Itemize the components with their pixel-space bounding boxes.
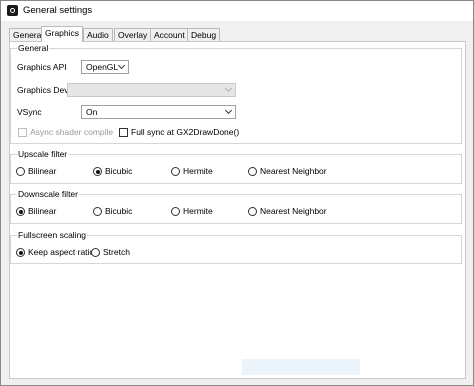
vsync-label: VSync (17, 107, 42, 117)
settings-window: General settings General Graphics Audio … (0, 0, 474, 386)
vsync-select[interactable]: On (81, 105, 236, 119)
fullscreen-group: Fullscreen scaling Keep aspect ratio Str… (10, 230, 462, 264)
downscale-nearest-radio[interactable] (248, 207, 257, 216)
fullscreen-group-label: Fullscreen scaling (17, 230, 88, 240)
upscale-bilinear-radio[interactable] (16, 167, 25, 176)
general-group-label: General (17, 43, 50, 53)
tab-debug[interactable]: Debug (187, 28, 221, 41)
graphics-api-value: OpenGL (86, 62, 119, 72)
downscale-group: Downscale filter Bilinear Bicubic Hermit… (10, 189, 462, 224)
graphics-api-select[interactable]: OpenGL (81, 60, 129, 74)
title-bar: General settings (1, 1, 473, 21)
upscale-nearest-radio[interactable] (248, 167, 257, 176)
faded-bottom-button[interactable] (242, 359, 360, 375)
tab-overlay[interactable]: Overlay (114, 28, 152, 41)
tab-account[interactable]: Account (150, 28, 189, 41)
keep-aspect-radio[interactable] (16, 248, 25, 257)
async-shader-label: Async shader compile (30, 127, 114, 137)
tab-audio[interactable]: Audio (83, 28, 113, 41)
chevron-down-icon (224, 84, 233, 93)
upscale-hermite-label: Hermite (183, 166, 213, 176)
general-group: General Graphics API OpenGL Graphics Dev… (10, 43, 462, 144)
upscale-bicubic-label: Bicubic (105, 166, 133, 176)
stretch-label: Stretch (103, 247, 130, 257)
upscale-group: Upscale filter Bilinear Bicubic Hermite … (10, 149, 462, 184)
upscale-hermite-radio[interactable] (171, 167, 180, 176)
chevron-down-icon (117, 61, 126, 70)
downscale-bilinear-radio[interactable] (16, 207, 25, 216)
upscale-nearest-label: Nearest Neighbor (260, 166, 327, 176)
upscale-group-label: Upscale filter (17, 149, 69, 159)
full-sync-label: Full sync at GX2DrawDone() (131, 127, 240, 137)
downscale-bicubic-label: Bicubic (105, 206, 133, 216)
downscale-nearest-label: Nearest Neighbor (260, 206, 327, 216)
downscale-hermite-radio[interactable] (171, 207, 180, 216)
chevron-down-icon (224, 106, 233, 115)
stretch-radio[interactable] (91, 248, 100, 257)
gear-icon (7, 5, 18, 16)
vsync-value: On (86, 107, 98, 117)
downscale-bilinear-label: Bilinear (28, 206, 57, 216)
downscale-bicubic-radio[interactable] (93, 207, 102, 216)
graphics-api-label: Graphics API (17, 62, 67, 72)
window-title: General settings (23, 5, 93, 16)
graphics-device-select[interactable] (67, 83, 236, 97)
downscale-group-label: Downscale filter (17, 189, 79, 199)
tab-graphics[interactable]: Graphics (41, 26, 84, 42)
upscale-bicubic-radio[interactable] (93, 167, 102, 176)
keep-aspect-label: Keep aspect ratio (28, 247, 95, 257)
upscale-bilinear-label: Bilinear (28, 166, 57, 176)
async-shader-checkbox[interactable] (18, 128, 27, 137)
downscale-hermite-label: Hermite (183, 206, 213, 216)
full-sync-checkbox[interactable] (119, 128, 128, 137)
